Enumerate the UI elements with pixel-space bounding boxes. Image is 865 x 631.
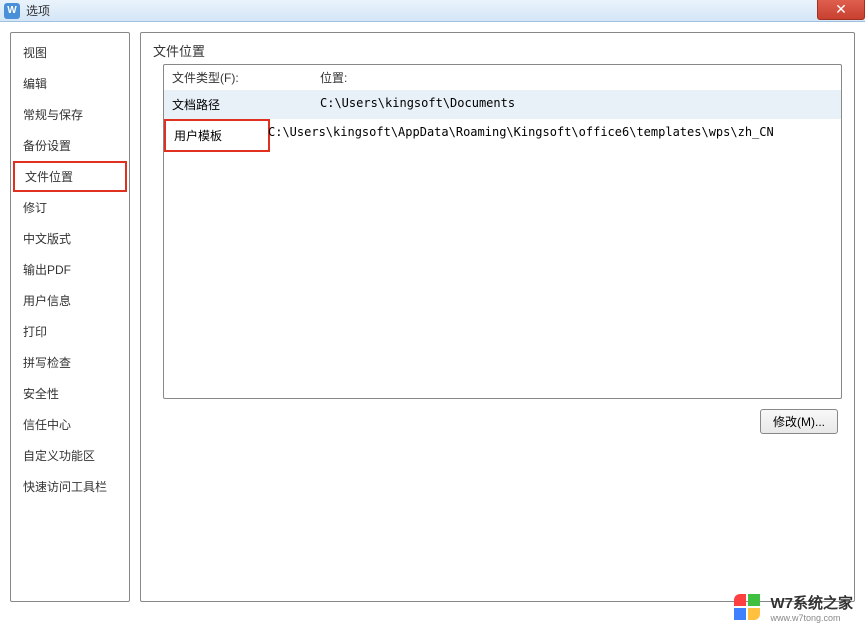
file-location-table: 文件类型(F): 位置: 文档路径C:\Users\kingsoft\Docum… <box>163 64 842 399</box>
close-icon: ✕ <box>835 1 847 18</box>
row-location: C:\Users\kingsoft\Documents <box>320 96 833 113</box>
sidebar-item-1[interactable]: 编辑 <box>11 68 129 99</box>
watermark-subtitle: www.w7tong.com <box>770 613 853 623</box>
header-location: 位置: <box>320 69 833 86</box>
window-title: 选项 <box>26 2 50 19</box>
sidebar-item-8[interactable]: 用户信息 <box>11 285 129 316</box>
sidebar-item-13[interactable]: 自定义功能区 <box>11 440 129 471</box>
sidebar-item-3[interactable]: 备份设置 <box>11 130 129 161</box>
watermark: W7系统之家 www.w7tong.com <box>734 592 853 623</box>
content-area: 文件位置 文件类型(F): 位置: 文档路径C:\Users\kingsoft\… <box>140 32 855 602</box>
sidebar-item-5[interactable]: 修订 <box>11 192 129 223</box>
row-filetype: 用户模板 <box>164 119 270 152</box>
sidebar-item-10[interactable]: 拼写检查 <box>11 347 129 378</box>
header-filetype: 文件类型(F): <box>172 69 320 86</box>
table-header: 文件类型(F): 位置: <box>164 65 841 90</box>
sidebar-item-2[interactable]: 常规与保存 <box>11 99 129 130</box>
sidebar-item-14[interactable]: 快速访问工具栏 <box>11 471 129 502</box>
section-title: 文件位置 <box>153 41 842 60</box>
main-container: 视图编辑常规与保存备份设置文件位置修订中文版式输出PDF用户信息打印拼写检查安全… <box>0 22 865 631</box>
close-button[interactable]: ✕ <box>817 0 865 20</box>
row-location: C:\Users\kingsoft\AppData\Roaming\Kingso… <box>268 125 833 146</box>
table-row[interactable]: 文档路径C:\Users\kingsoft\Documents <box>164 90 841 119</box>
sidebar-item-4[interactable]: 文件位置 <box>13 161 127 192</box>
sidebar: 视图编辑常规与保存备份设置文件位置修订中文版式输出PDF用户信息打印拼写检查安全… <box>10 32 130 602</box>
table-row[interactable]: 用户模板C:\Users\kingsoft\AppData\Roaming\Ki… <box>164 119 841 152</box>
watermark-logo-icon <box>734 594 762 622</box>
watermark-text-group: W7系统之家 www.w7tong.com <box>770 592 853 623</box>
title-bar: W 选项 ✕ <box>0 0 865 22</box>
watermark-title: W7系统之家 <box>770 592 853 613</box>
modify-button[interactable]: 修改(M)... <box>760 409 838 434</box>
sidebar-item-6[interactable]: 中文版式 <box>11 223 129 254</box>
sidebar-item-12[interactable]: 信任中心 <box>11 409 129 440</box>
sidebar-item-9[interactable]: 打印 <box>11 316 129 347</box>
app-icon: W <box>4 3 20 19</box>
button-area: 修改(M)... <box>153 409 842 434</box>
sidebar-item-0[interactable]: 视图 <box>11 37 129 68</box>
row-filetype: 文档路径 <box>172 96 320 113</box>
sidebar-item-7[interactable]: 输出PDF <box>11 254 129 285</box>
sidebar-item-11[interactable]: 安全性 <box>11 378 129 409</box>
